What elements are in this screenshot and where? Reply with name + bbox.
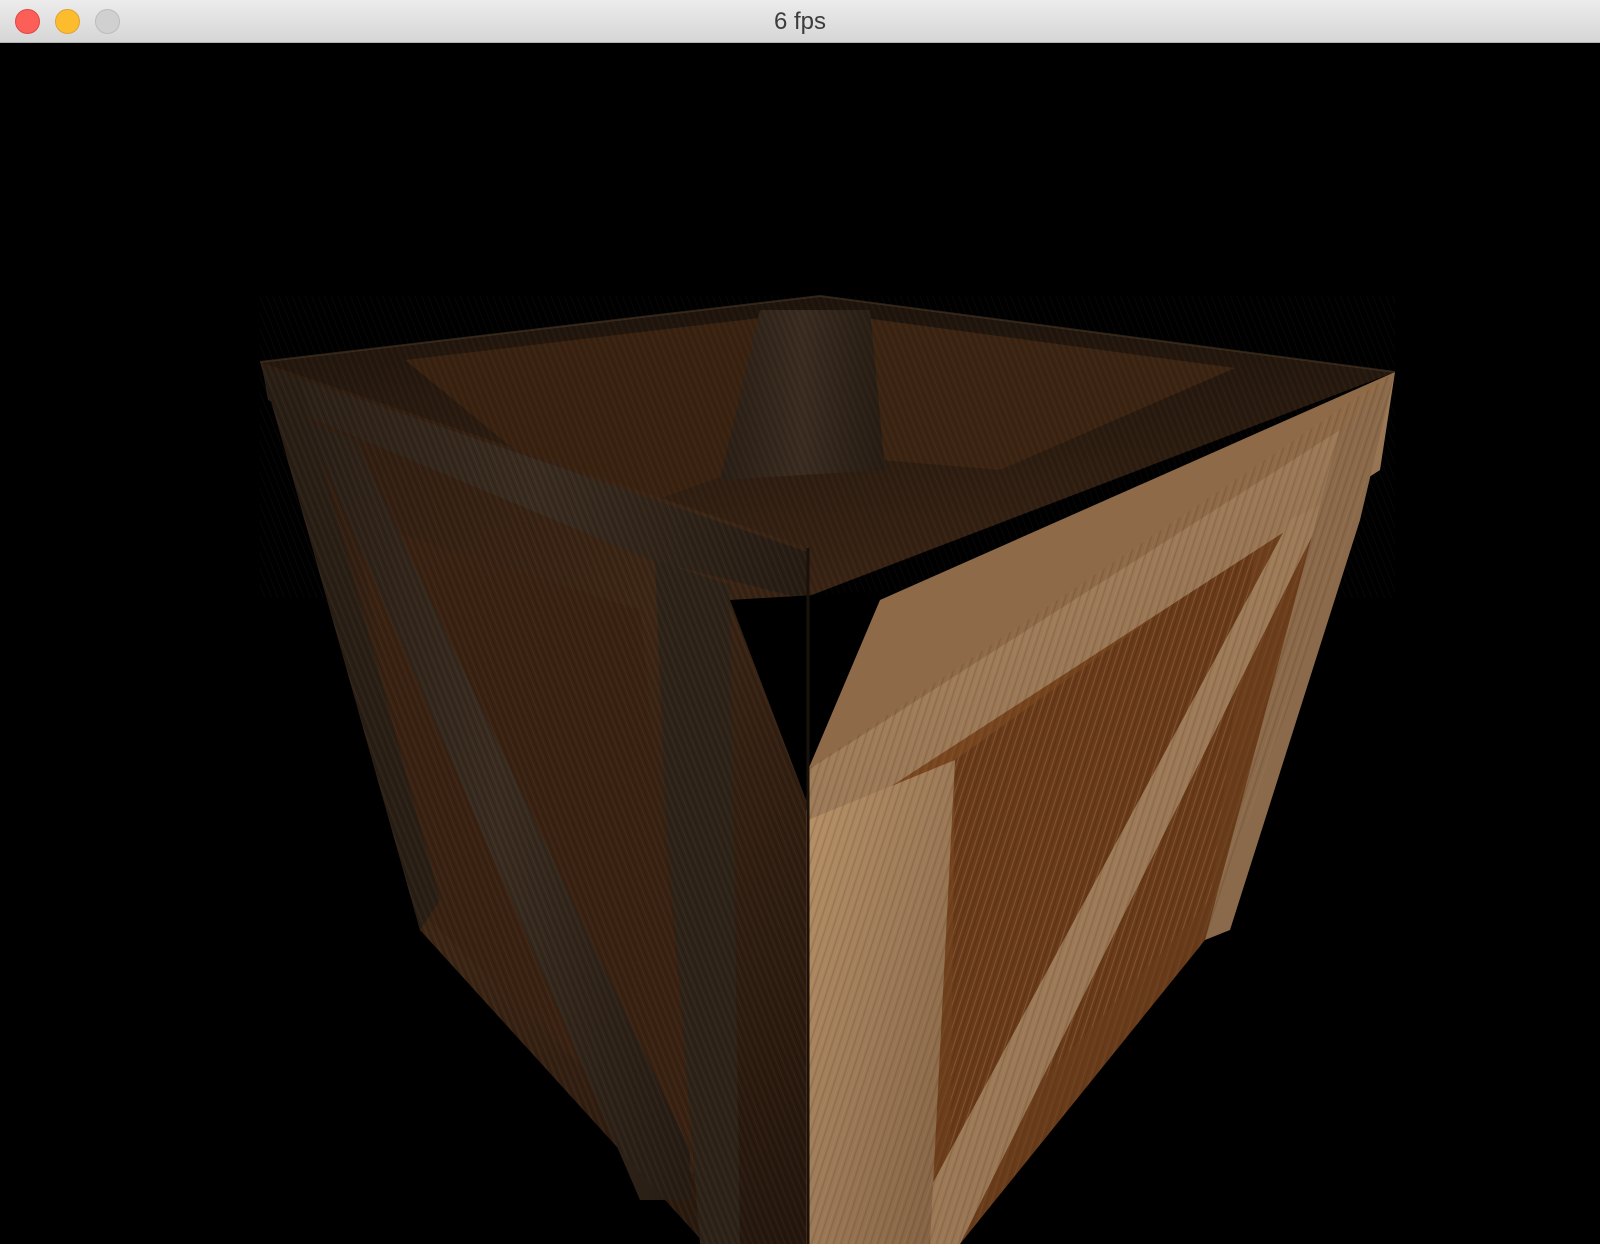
crate-render (259, 295, 1396, 1244)
window-title: 6 fps (773, 8, 827, 35)
window-titlebar[interactable]: 6 fps (0, 0, 1600, 43)
render-viewport[interactable] (0, 43, 1600, 1244)
